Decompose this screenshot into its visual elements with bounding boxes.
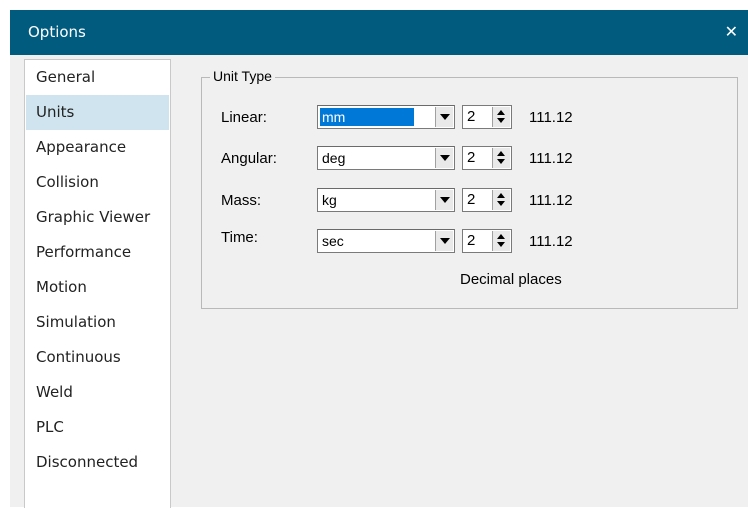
mass-unit-select[interactable]: kg <box>317 188 455 212</box>
spin-buttons <box>492 148 510 168</box>
spin-down-icon[interactable] <box>493 241 510 251</box>
sidebar-item-simulation[interactable]: Simulation <box>26 305 169 340</box>
sidebar-item-collision[interactable]: Collision <box>26 165 169 200</box>
linear-decimals-spinner[interactable]: 2 <box>462 105 512 129</box>
sidebar-item-appearance[interactable]: Appearance <box>26 130 169 165</box>
chevron-down-icon[interactable] <box>435 107 453 127</box>
chevron-down-icon[interactable] <box>435 148 453 168</box>
chevron-down-icon[interactable] <box>435 190 453 210</box>
sidebar-item-units[interactable]: Units <box>26 95 169 130</box>
spin-buttons <box>492 107 510 127</box>
mass-unit-value: kg <box>322 192 337 208</box>
spin-buttons <box>492 231 510 251</box>
angular-decimals-value: 2 <box>467 149 476 166</box>
sidebar-item-performance[interactable]: Performance <box>26 235 169 270</box>
linear-unit-select[interactable]: mm <box>317 105 455 129</box>
time-decimals-spinner[interactable]: 2 <box>462 229 512 253</box>
close-icon[interactable]: ✕ <box>725 22 738 41</box>
spin-up-icon[interactable] <box>493 107 510 117</box>
sidebar-item-general[interactable]: General <box>26 60 169 95</box>
spin-buttons <box>492 190 510 210</box>
sidebar-item-continuous[interactable]: Continuous <box>26 340 169 375</box>
linear-label: Linear: <box>221 109 267 126</box>
time-sample-value: 111.12 <box>529 233 573 250</box>
category-list: General Units Appearance Collision Graph… <box>24 59 171 508</box>
spin-down-icon[interactable] <box>493 158 510 168</box>
spin-up-icon[interactable] <box>493 231 510 241</box>
time-decimals-value: 2 <box>467 232 476 249</box>
dialog-title: Options <box>28 23 86 41</box>
unit-type-legend: Unit Type <box>210 68 275 84</box>
angular-unit-value: deg <box>322 150 346 166</box>
mass-label: Mass: <box>221 192 262 209</box>
spin-down-icon[interactable] <box>493 117 510 127</box>
time-unit-select[interactable]: sec <box>317 229 455 253</box>
sidebar-item-disconnected[interactable]: Disconnected <box>26 445 169 480</box>
linear-unit-value: mm <box>320 108 414 126</box>
spin-up-icon[interactable] <box>493 148 510 158</box>
angular-sample-value: 111.12 <box>529 150 573 167</box>
dialog-titlebar: Options ✕ <box>10 10 748 55</box>
angular-decimals-spinner[interactable]: 2 <box>462 146 512 170</box>
sidebar-item-motion[interactable]: Motion <box>26 270 169 305</box>
sidebar-item-weld[interactable]: Weld <box>26 375 169 410</box>
time-unit-value: sec <box>322 233 344 249</box>
linear-decimals-value: 2 <box>467 108 476 125</box>
angular-unit-select[interactable]: deg <box>317 146 455 170</box>
decimal-places-label: Decimal places <box>460 271 562 288</box>
mass-sample-value: 111.12 <box>529 192 573 209</box>
time-label: Time: <box>221 229 258 246</box>
spin-down-icon[interactable] <box>493 200 510 210</box>
dialog-content: General Units Appearance Collision Graph… <box>10 55 748 508</box>
linear-sample-value: 111.12 <box>529 109 573 126</box>
sidebar-item-plc[interactable]: PLC <box>26 410 169 445</box>
mass-decimals-spinner[interactable]: 2 <box>462 188 512 212</box>
angular-label: Angular: <box>221 150 277 167</box>
mass-decimals-value: 2 <box>467 191 476 208</box>
chevron-down-icon[interactable] <box>435 231 453 251</box>
spin-up-icon[interactable] <box>493 190 510 200</box>
sidebar-item-graphic-viewer[interactable]: Graphic Viewer <box>26 200 169 235</box>
